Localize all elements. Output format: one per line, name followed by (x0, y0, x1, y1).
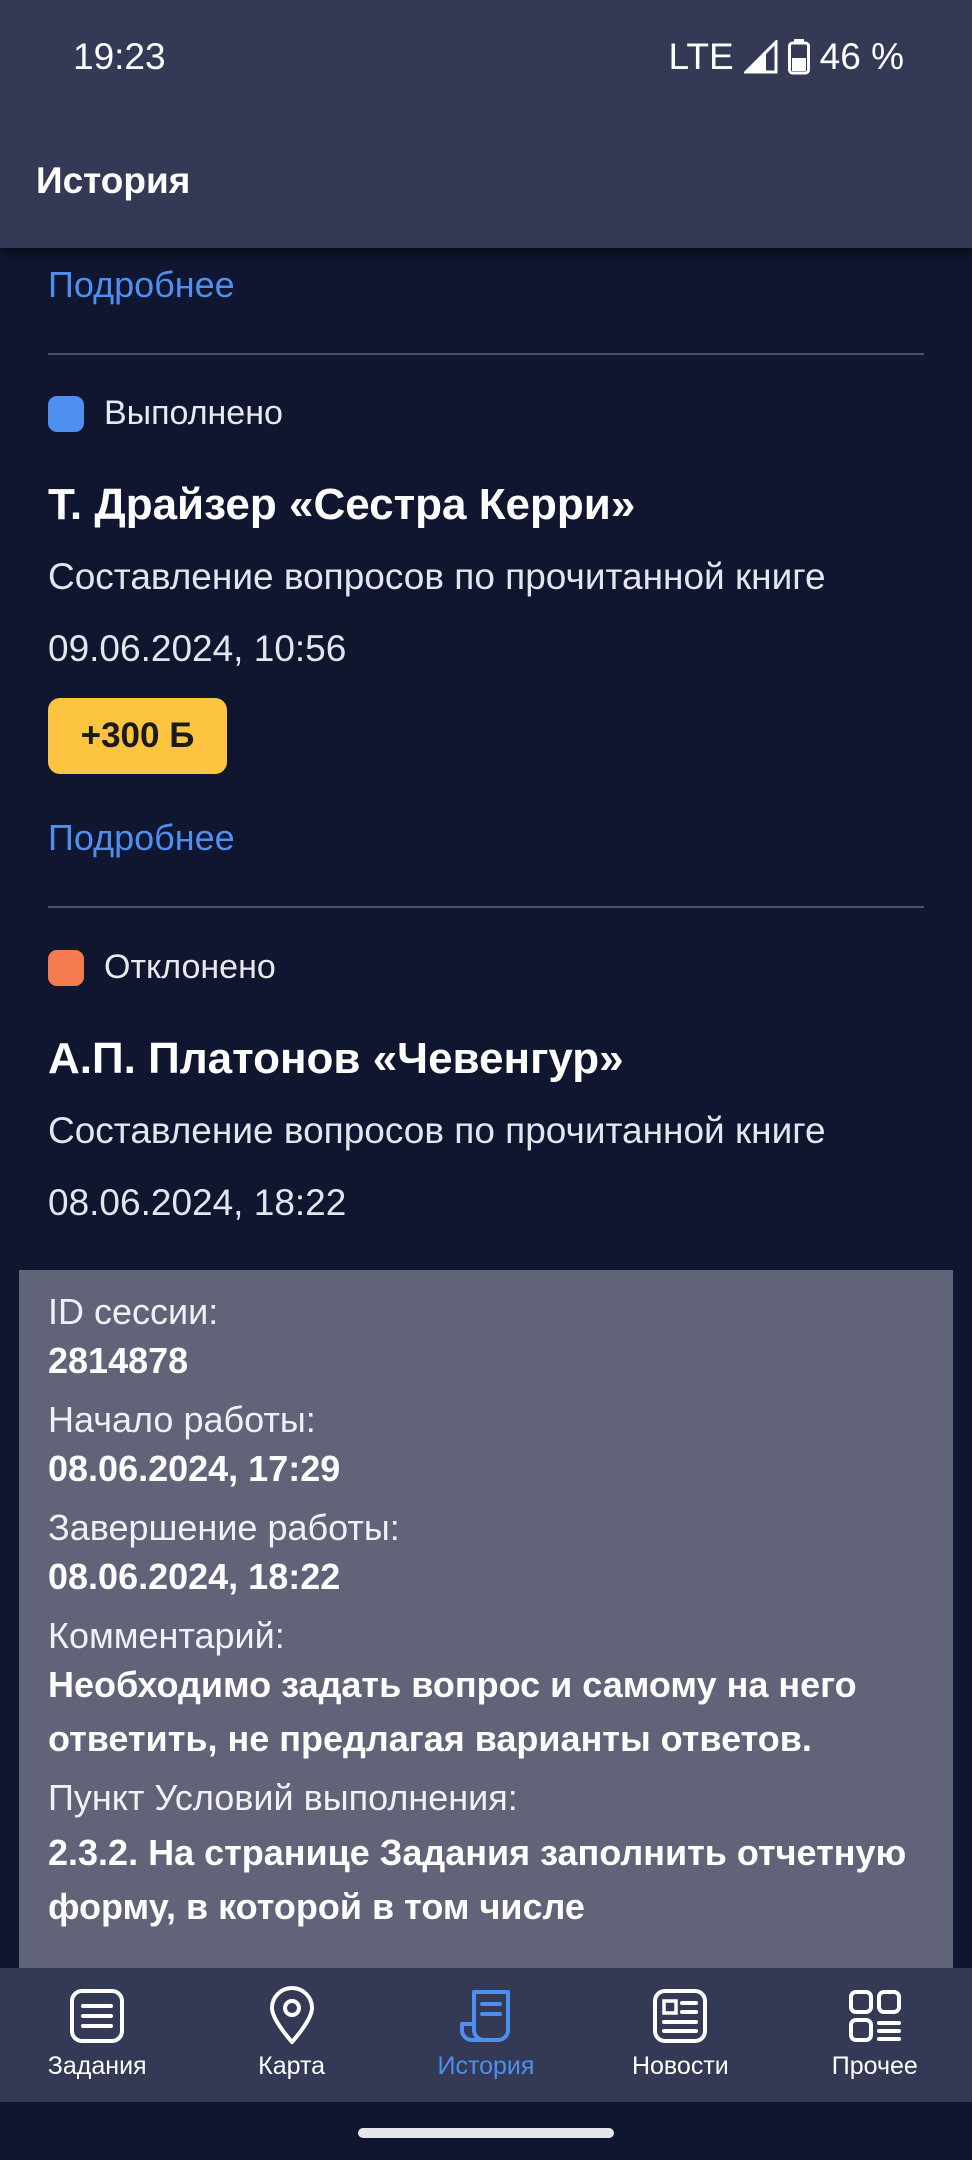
signal-icon (743, 40, 778, 74)
session-id-value: 2814878 (48, 1340, 189, 1381)
divider (48, 906, 924, 908)
app-bar: История (0, 118, 972, 248)
task-title: А.П. Платонов «Чевенгур» (48, 1034, 624, 1083)
battery-level: 46 % (819, 36, 904, 77)
task-date: 09.06.2024, 10:56 (48, 628, 347, 669)
nav-label: Прочее (831, 2052, 918, 2080)
end-time-label: Завершение работы: (48, 1507, 400, 1548)
task-title: Т. Драйзер «Сестра Керри» (48, 480, 636, 529)
details-link-top[interactable]: Подробнее (48, 264, 235, 306)
nav-map[interactable]: Карта (217, 1986, 367, 2081)
clause-value: 2.3.2. На странице Задания заполнить отч… (48, 1832, 907, 1927)
status-completed: Выполнено (48, 394, 283, 433)
status-label: Выполнено (104, 394, 283, 432)
status-completed-dot (48, 395, 84, 432)
task-description: Составление вопросов по прочитанной книг… (48, 1110, 826, 1151)
page-title: История (36, 160, 191, 201)
nav-label: Задания (47, 2052, 147, 2080)
status-rejected-dot (48, 949, 84, 986)
comment-value: Необходимо задать вопрос и самому на нег… (48, 1664, 857, 1759)
tasks-icon (70, 1989, 125, 2043)
nav-label: История (437, 2052, 535, 2080)
status-time: 19:23 (73, 36, 166, 77)
history-list[interactable]: Подробнее Выполнено Т. Драйзер «Сестра К… (0, 248, 972, 1968)
battery-icon (787, 39, 810, 75)
more-grid-icon (848, 1990, 901, 2042)
start-time-label: Начало работы: (48, 1399, 316, 1440)
history-icon (459, 1990, 510, 2042)
task-description: Составление вопросов по прочитанной книг… (48, 556, 826, 597)
home-gesture-bar[interactable] (358, 2128, 614, 2138)
nav-news[interactable]: Новости (605, 1986, 755, 2081)
news-icon (653, 1989, 708, 2043)
status-label: Отклонено (104, 948, 276, 986)
nav-label: Карта (258, 2052, 326, 2080)
nav-more[interactable]: Прочее (800, 1986, 950, 2081)
nav-history[interactable]: История (411, 1986, 561, 2081)
status-indicators: LTE 46 % (669, 36, 904, 78)
comment-label: Комментарий: (48, 1615, 285, 1656)
clause-label: Пункт Условий выполнения: (48, 1777, 518, 1818)
nav-tasks[interactable]: Задания (22, 1986, 172, 2081)
map-pin-icon (269, 1986, 314, 2044)
divider (48, 353, 924, 355)
status-rejected: Отклонено (48, 948, 276, 987)
details-link[interactable]: Подробнее (48, 817, 235, 859)
network-label: LTE (668, 36, 734, 77)
status-bar: 19:23 LTE 46 % (0, 0, 972, 118)
details-panel: ID сессии: 2814878 Начало работы: 08.06.… (19, 1270, 953, 1968)
points-badge: +300 Б (48, 698, 227, 774)
nav-label: Новости (631, 2052, 729, 2080)
bottom-nav: Задания Карта История Новости Прочее (0, 1968, 972, 2102)
session-id-label: ID сессии: (48, 1291, 219, 1332)
task-date: 08.06.2024, 18:22 (48, 1182, 347, 1223)
end-time-value: 08.06.2024, 18:22 (48, 1556, 341, 1597)
start-time-value: 08.06.2024, 17:29 (48, 1448, 341, 1489)
